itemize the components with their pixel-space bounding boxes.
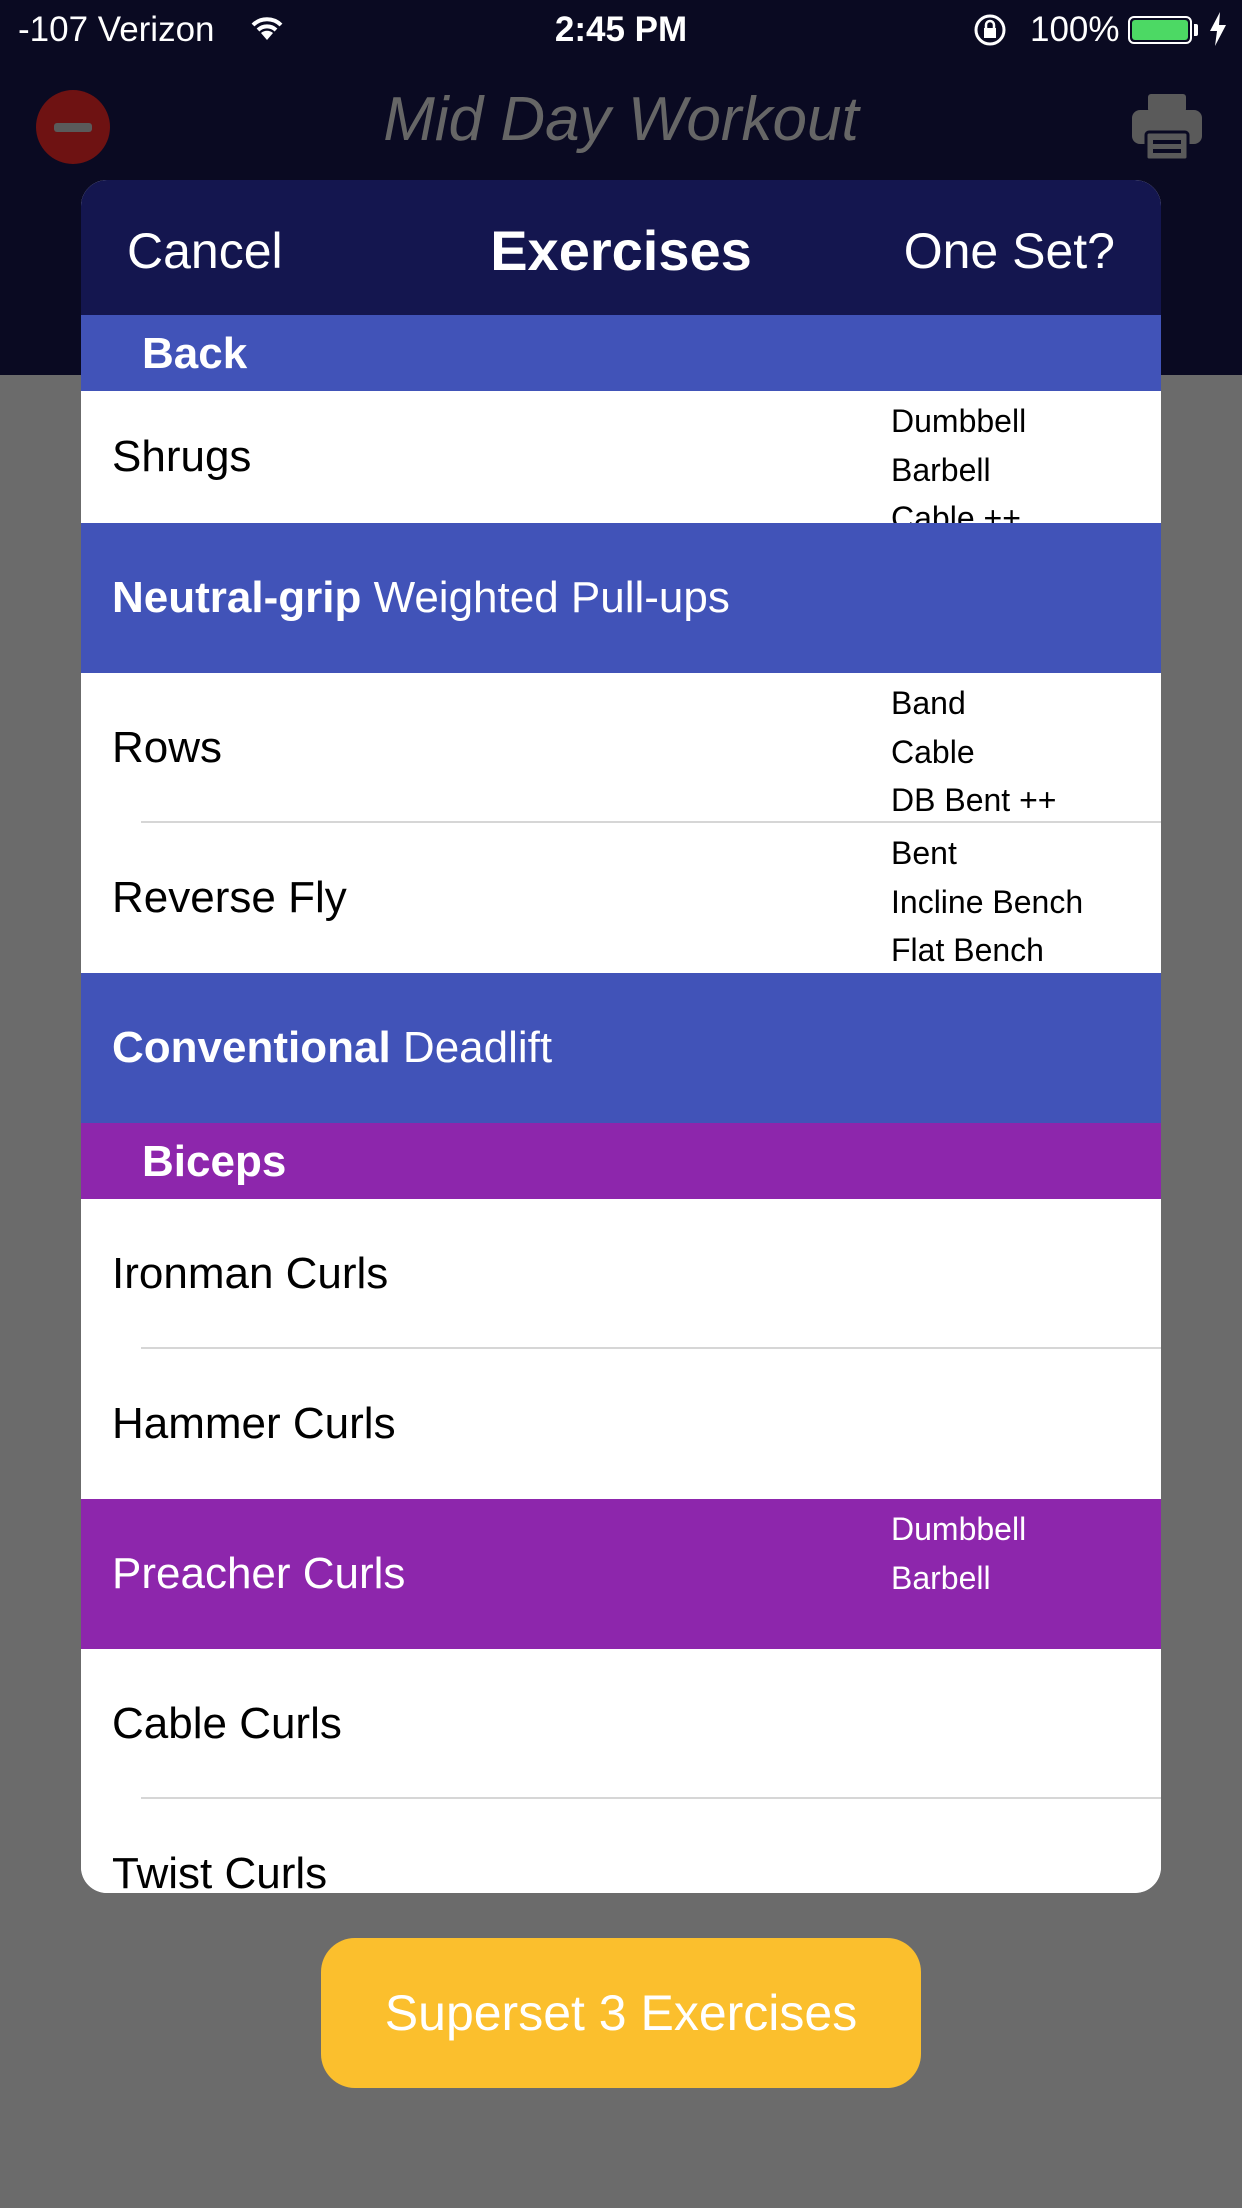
charging-bolt-icon bbox=[1210, 12, 1226, 46]
exercise-variants: Bent Incline Bench Flat Bench bbox=[891, 835, 1084, 968]
exercise-name: Shrugs bbox=[112, 432, 252, 481]
exercise-name: Cable Curls bbox=[112, 1699, 342, 1748]
exercise-variants: Dumbbell Barbell bbox=[891, 1511, 1027, 1596]
status-bar: -107 Verizon 2:45 PM 100% bbox=[0, 0, 1242, 62]
battery-icon bbox=[1128, 16, 1192, 44]
exercise-list: Back Shrugs Dumbbell Barbell Cable ++ Ne… bbox=[81, 315, 1161, 1893]
exercise-picker-sheet: Cancel Exercises One Set? Back Shrugs Du… bbox=[81, 180, 1161, 1893]
section-title: Back bbox=[142, 329, 248, 378]
battery-percentage: 100% bbox=[1030, 10, 1120, 49]
exercise-row-deadlift[interactable]: Conventional Deadlift bbox=[81, 973, 1161, 1123]
section-header-back: Back bbox=[81, 315, 1161, 391]
exercise-row-weighted-pull-ups[interactable]: Neutral-grip Weighted Pull-ups bbox=[81, 523, 1161, 673]
rotation-lock-icon bbox=[974, 14, 1006, 46]
exercise-row-preacher-curls[interactable]: Preacher Curls Dumbbell Barbell bbox=[81, 1499, 1161, 1649]
exercise-variants: Dumbbell Barbell Cable ++ bbox=[891, 403, 1027, 536]
exercise-variants: Band Cable DB Bent ++ bbox=[891, 685, 1057, 818]
one-set-button[interactable]: One Set? bbox=[904, 222, 1115, 280]
exercise-name: Rows bbox=[112, 723, 223, 772]
exercise-row-reverse-fly[interactable]: Reverse Fly Bent Incline Bench Flat Benc… bbox=[81, 823, 1161, 973]
exercise-row-shrugs[interactable]: Shrugs Dumbbell Barbell Cable ++ bbox=[81, 391, 1161, 536]
superset-button[interactable]: Superset 3 Exercises bbox=[321, 1938, 921, 2088]
exercise-row-hammer-curls[interactable]: Hammer Curls bbox=[81, 1349, 1161, 1499]
exercise-prefix: Neutral-grip bbox=[112, 573, 362, 622]
sheet-header: Cancel Exercises One Set? bbox=[81, 180, 1161, 315]
exercise-name: Preacher Curls bbox=[112, 1549, 406, 1598]
exercise-name: Twist Curls bbox=[112, 1849, 328, 1893]
exercise-name: Conventional Deadlift bbox=[112, 1023, 553, 1072]
exercise-name: Hammer Curls bbox=[112, 1399, 396, 1448]
exercise-row-rows[interactable]: Rows Band Cable DB Bent ++ bbox=[81, 673, 1161, 823]
exercise-name: Reverse Fly bbox=[112, 873, 347, 922]
workout-title: Mid Day Workout bbox=[383, 85, 859, 154]
exercise-row-cable-curls[interactable]: Cable Curls bbox=[81, 1649, 1161, 1799]
exercise-row-ironman-curls[interactable]: Ironman Curls bbox=[81, 1199, 1161, 1349]
battery-nub bbox=[1194, 24, 1198, 36]
section-title: Biceps bbox=[142, 1137, 287, 1186]
exercise-name: Ironman Curls bbox=[112, 1249, 389, 1298]
section-header-biceps: Biceps bbox=[81, 1123, 1161, 1199]
printer-icon[interactable] bbox=[1130, 92, 1204, 162]
exercise-row-twist-curls[interactable]: Twist Curls bbox=[81, 1799, 1161, 1893]
exercise-prefix: Conventional bbox=[112, 1023, 391, 1072]
exercise-name: Neutral-grip Weighted Pull-ups bbox=[112, 573, 730, 622]
